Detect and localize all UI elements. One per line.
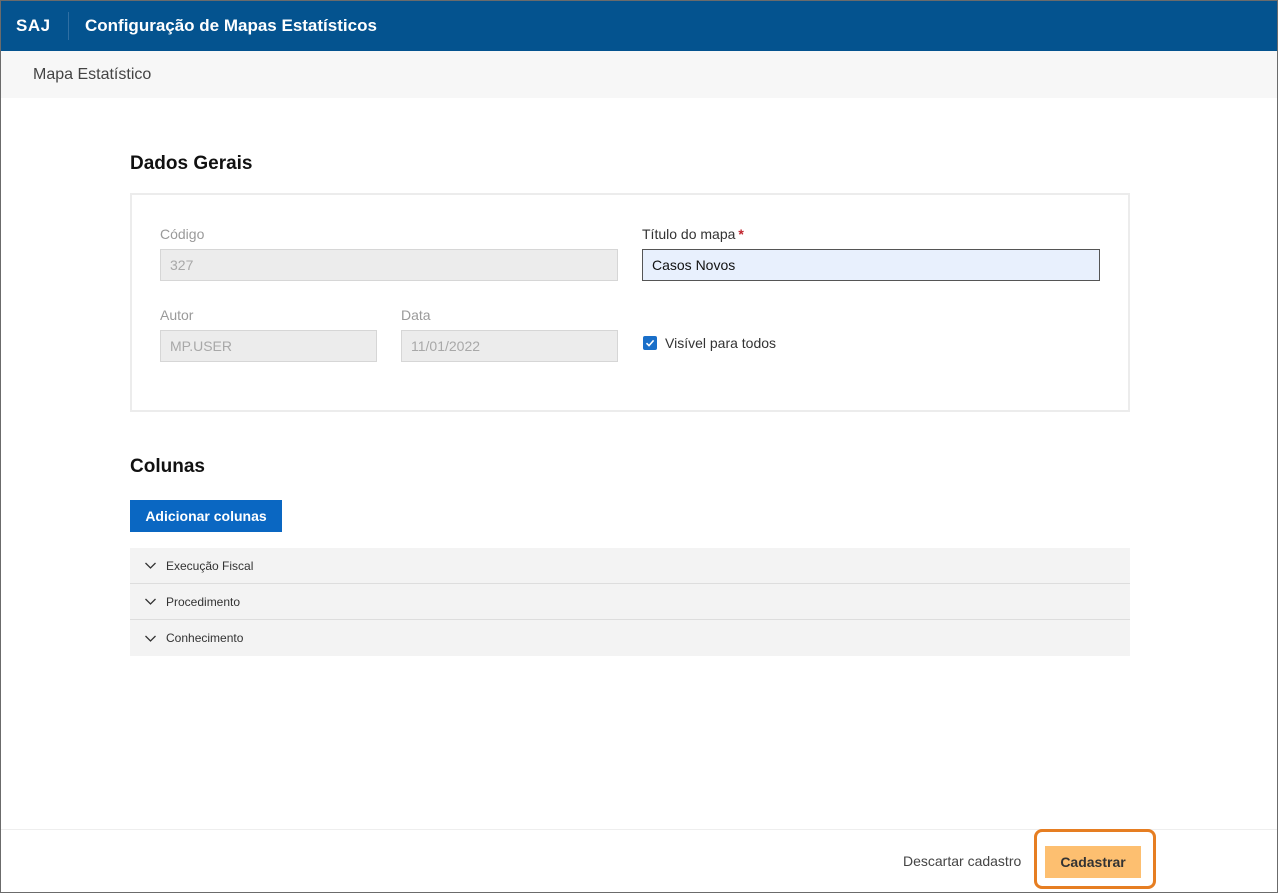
- chevron-down-icon: [145, 635, 156, 642]
- chevron-down-icon: [145, 598, 156, 605]
- titulo-input[interactable]: Casos Novos: [642, 249, 1100, 281]
- columns-section-title: Colunas: [130, 456, 205, 477]
- visible-for-all-checkbox-row[interactable]: Visível para todos: [643, 335, 776, 351]
- check-icon: [645, 339, 655, 347]
- codigo-label: Código: [160, 226, 205, 242]
- general-section-title: Dados Gerais: [130, 153, 253, 174]
- top-bar: SAJ Configuração de Mapas Estatísticos: [1, 1, 1277, 51]
- autor-field: MP.USER: [160, 330, 377, 362]
- data-label: Data: [401, 307, 431, 323]
- general-data-card: Código 327 Título do mapa * Casos Novos A…: [130, 193, 1130, 412]
- add-columns-button[interactable]: Adicionar colunas: [130, 500, 282, 532]
- submit-button[interactable]: Cadastrar: [1045, 846, 1141, 878]
- app-window: SAJ Configuração de Mapas Estatísticos M…: [0, 0, 1278, 893]
- columns-accordion: Execução Fiscal Procedimento Conheciment…: [130, 548, 1130, 656]
- discard-button[interactable]: Descartar cadastro: [903, 853, 1021, 869]
- accordion-item-label: Procedimento: [166, 594, 241, 609]
- accordion-item-label: Execução Fiscal: [166, 558, 254, 573]
- app-title: Configuração de Mapas Estatísticos: [85, 16, 377, 35]
- codigo-field: 327: [160, 249, 618, 281]
- titulo-label: Título do mapa *: [642, 226, 744, 242]
- titulo-label-text: Título do mapa: [642, 226, 736, 242]
- brand-logo[interactable]: SAJ: [1, 12, 69, 40]
- chevron-down-icon: [145, 562, 156, 569]
- accordion-item-conhecimento[interactable]: Conhecimento: [130, 620, 1130, 656]
- required-mark: *: [738, 226, 744, 242]
- visible-for-all-label: Visível para todos: [665, 335, 777, 351]
- data-field: 11/01/2022: [401, 330, 618, 362]
- autor-label: Autor: [160, 307, 194, 323]
- visible-for-all-checkbox[interactable]: [643, 336, 657, 350]
- breadcrumb-bar: Mapa Estatístico: [1, 51, 1277, 98]
- accordion-item-execucao-fiscal[interactable]: Execução Fiscal: [130, 548, 1130, 584]
- breadcrumb: Mapa Estatístico: [33, 65, 152, 83]
- accordion-item-procedimento[interactable]: Procedimento: [130, 584, 1130, 620]
- accordion-item-label: Conhecimento: [166, 631, 244, 645]
